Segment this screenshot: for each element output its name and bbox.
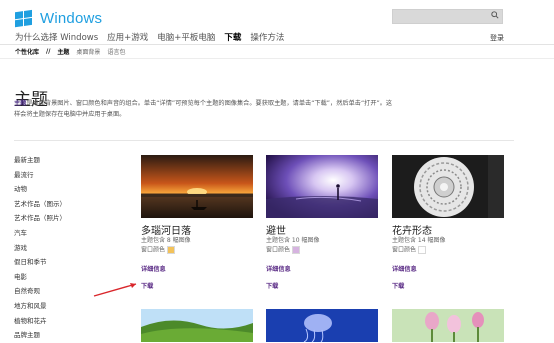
theme-card: 多瑙河日落 主题包含 8 幅图像 窗口颜色 详细信息 下载 [141, 155, 253, 290]
sidebar-item-newest[interactable]: 最新主题 [14, 153, 66, 168]
theme-card: 避世 主题包含 10 幅图像 窗口颜色 详细信息 下载 [266, 155, 378, 290]
theme-thumbnail[interactable] [266, 155, 378, 218]
download-link[interactable]: 下载 [392, 281, 504, 290]
details-link[interactable]: 详细信息 [266, 264, 378, 273]
sidebar-item-art-illustration[interactable]: 艺术作品（图示） [14, 197, 66, 212]
category-sidebar: 最新主题 最流行 动物 艺术作品（图示） 艺术作品（照片） 汽车 游戏 假日和季… [14, 153, 66, 343]
sidebar-item-natural-wonders[interactable]: 自然奇观 [14, 284, 66, 299]
details-link[interactable]: 详细信息 [392, 264, 504, 273]
sidebar-item-brands[interactable]: 品牌主题 [14, 328, 66, 343]
theme-title: 避世 [266, 226, 286, 237]
window-color-label: 窗口颜色 [392, 246, 417, 254]
windows-logo[interactable]: Windows [15, 9, 103, 28]
subnav-language-packs[interactable]: 语言包 [107, 47, 125, 56]
logo-text: Windows [40, 10, 103, 27]
sidebar-item-places[interactable]: 地方和风景 [14, 299, 66, 314]
subnav-desktop-backgrounds[interactable]: 桌面背景 [76, 47, 100, 56]
sidebar-item-popular[interactable]: 最流行 [14, 168, 66, 183]
description-keyword: 主题 [14, 100, 27, 107]
main-nav: 为什么选择 Windows 应用+游戏 电脑+平板电脑 下载 操作方法 [15, 31, 284, 43]
description-text: 是桌面背景图片、窗口颜色和声音的组合。单击“详情”可预览每个主题的图像集合。要获… [14, 100, 393, 118]
theme-window-color: 窗口颜色 [392, 245, 504, 255]
login-link[interactable]: 登录 [490, 33, 504, 43]
annotation-arrow-icon [93, 283, 137, 297]
subnav-divider [0, 58, 554, 59]
breadcrumb-separator: // [46, 48, 51, 55]
theme-thumbnail[interactable] [141, 155, 253, 218]
sidebar-item-plants[interactable]: 植物和花卉 [14, 314, 66, 329]
breadcrumb: 个性化库 // 主题 桌面背景 语言包 [15, 47, 125, 56]
theme-card: 花卉形态 主题包含 14 幅图像 窗口颜色 详细信息 下载 [392, 155, 504, 290]
theme-image-count: 主题包含 14 幅图像 [392, 237, 446, 244]
theme-window-color: 窗口颜色 [141, 245, 253, 255]
header-divider [0, 44, 554, 45]
theme-image-count: 主题包含 10 幅图像 [266, 237, 320, 244]
sidebar-item-animals[interactable]: 动物 [14, 182, 66, 197]
color-swatch [418, 245, 427, 254]
sidebar-item-games[interactable]: 游戏 [14, 241, 66, 256]
theme-thumbnail[interactable] [266, 309, 378, 342]
color-swatch [167, 245, 176, 254]
sidebar-item-cars[interactable]: 汽车 [14, 226, 66, 241]
breadcrumb-personalization[interactable]: 个性化库 [15, 47, 39, 56]
subnav-themes[interactable]: 主题 [57, 47, 69, 56]
windows-logo-icon [15, 9, 33, 28]
theme-window-color: 窗口颜色 [266, 245, 378, 255]
sidebar-item-movies[interactable]: 电影 [14, 270, 66, 285]
theme-image-count: 主题包含 8 幅图像 [141, 237, 191, 244]
top-bar: Windows 为什么选择 Windows 应用+游戏 电脑+平板电脑 下载 操… [0, 0, 554, 44]
sidebar-item-art-photo[interactable]: 艺术作品（照片） [14, 211, 66, 226]
nav-item-why-windows[interactable]: 为什么选择 Windows [15, 31, 98, 43]
details-link[interactable]: 详细信息 [141, 264, 253, 273]
window-color-label: 窗口颜色 [266, 246, 291, 254]
theme-thumbnail[interactable] [392, 155, 504, 218]
content-divider [14, 140, 514, 141]
search-input[interactable] [392, 9, 503, 24]
sidebar-item-holidays[interactable]: 假日和季节 [14, 255, 66, 270]
search-icon[interactable] [491, 11, 499, 19]
nav-item-pc-tablets[interactable]: 电脑+平板电脑 [157, 31, 215, 43]
nav-item-downloads[interactable]: 下载 [224, 31, 241, 43]
theme-thumbnail[interactable] [392, 309, 504, 342]
theme-thumbnail[interactable] [141, 309, 253, 342]
nav-item-how-to[interactable]: 操作方法 [250, 31, 284, 43]
theme-title: 花卉形态 [392, 226, 432, 237]
page-description: 主题是桌面背景图片、窗口颜色和声音的组合。单击“详情”可预览每个主题的图像集合。… [14, 98, 394, 120]
nav-item-apps-games[interactable]: 应用+游戏 [107, 31, 148, 43]
download-link[interactable]: 下载 [266, 281, 378, 290]
color-swatch [292, 245, 301, 254]
theme-title: 多瑙河日落 [141, 226, 191, 237]
window-color-label: 窗口颜色 [141, 246, 166, 254]
download-link[interactable]: 下载 [141, 281, 253, 290]
